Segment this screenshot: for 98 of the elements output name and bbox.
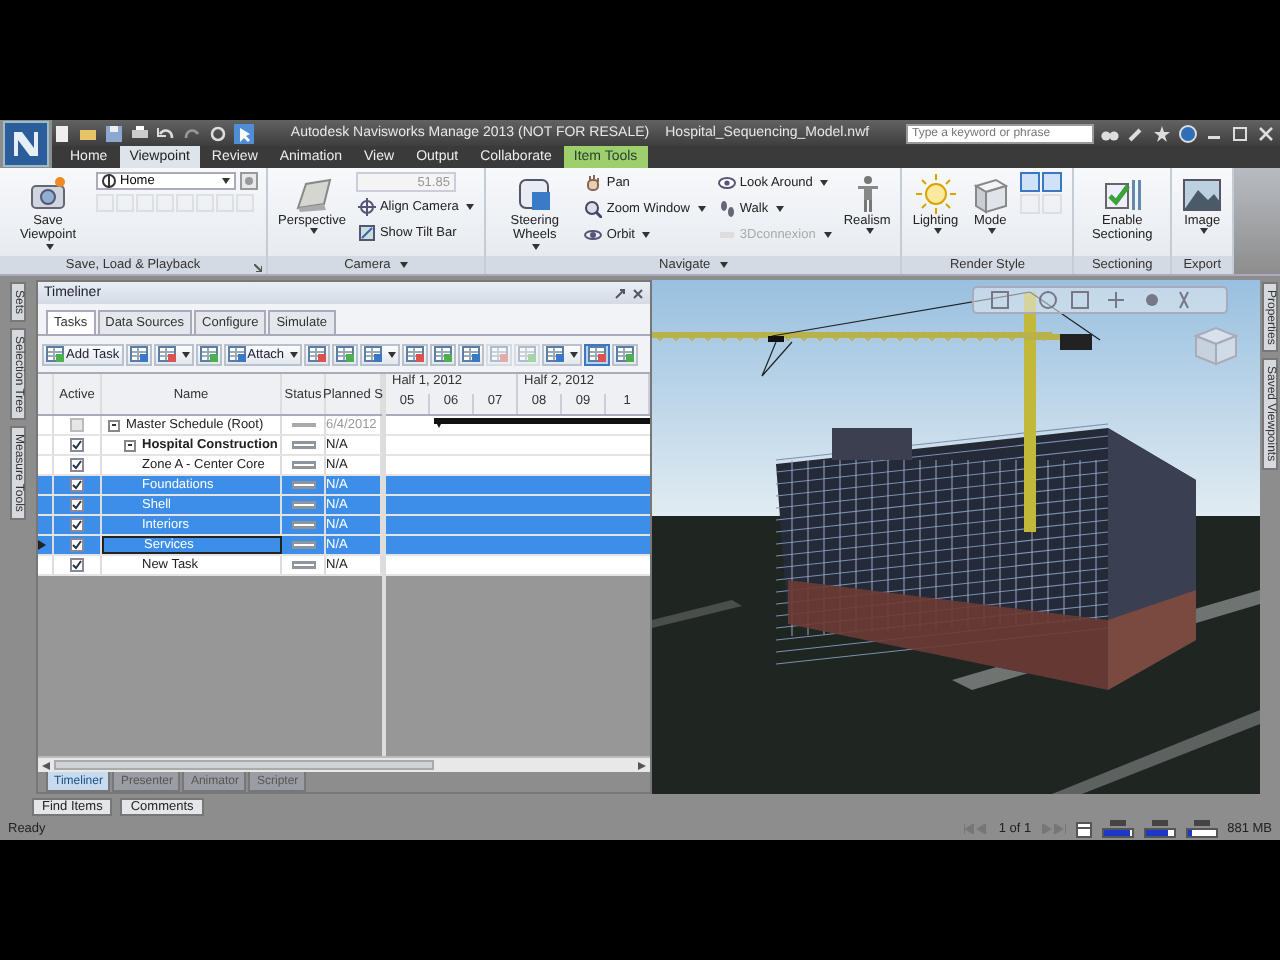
horizontal-scrollbar[interactable] bbox=[38, 756, 650, 772]
checkbox[interactable] bbox=[70, 538, 84, 552]
table-icon bbox=[434, 346, 453, 362]
cursor-icon[interactable] bbox=[234, 123, 254, 143]
hand-icon bbox=[584, 174, 603, 192]
row-pointer-icon bbox=[38, 540, 46, 550]
caret-icon bbox=[309, 228, 318, 235]
caret-icon bbox=[933, 228, 942, 235]
table-icon bbox=[490, 346, 509, 362]
close-icon[interactable] bbox=[632, 287, 644, 299]
status-bar-icon bbox=[291, 440, 315, 450]
magnifier-icon bbox=[584, 200, 603, 218]
toolbar-button[interactable] bbox=[153, 343, 194, 365]
redo-icon[interactable] bbox=[182, 123, 202, 143]
bar-icon bbox=[717, 226, 736, 244]
status-bar-icon bbox=[291, 540, 315, 550]
pin-icon[interactable] bbox=[614, 287, 626, 299]
checkbox[interactable] bbox=[70, 558, 84, 572]
sun-icon bbox=[915, 174, 956, 214]
navigation-bar[interactable] bbox=[972, 286, 1228, 314]
status-bar-icon bbox=[291, 520, 315, 530]
toolbar-button[interactable] bbox=[584, 343, 611, 365]
caret-icon bbox=[865, 228, 874, 235]
orbit-icon bbox=[584, 226, 603, 244]
table-icon bbox=[546, 346, 565, 362]
caret-icon bbox=[388, 351, 397, 357]
globe-icon bbox=[102, 174, 116, 188]
status-bar-icon bbox=[291, 560, 315, 570]
toolbar-button[interactable] bbox=[458, 343, 485, 365]
meter-icon bbox=[1151, 820, 1168, 826]
table-icon bbox=[199, 346, 218, 362]
crosshair-icon bbox=[357, 198, 376, 216]
caret-icon bbox=[823, 232, 832, 238]
star-icon[interactable] bbox=[1152, 123, 1172, 143]
checkmark-icon bbox=[1102, 174, 1143, 214]
print-icon[interactable] bbox=[130, 123, 150, 143]
sheet-icon[interactable] bbox=[1075, 821, 1092, 837]
picture-icon bbox=[1182, 174, 1223, 214]
save-icon[interactable] bbox=[104, 123, 124, 143]
caret-icon bbox=[290, 351, 299, 357]
caret-icon bbox=[776, 206, 785, 212]
cube-icon bbox=[970, 174, 1011, 214]
table-icon bbox=[157, 346, 176, 362]
caret-icon bbox=[222, 178, 230, 184]
meter-icon bbox=[1109, 820, 1126, 826]
status-bar-icon bbox=[291, 500, 315, 510]
table-icon bbox=[364, 346, 383, 362]
table-icon bbox=[227, 346, 246, 362]
maximize-icon[interactable] bbox=[1230, 123, 1250, 143]
caret-icon bbox=[820, 180, 829, 186]
caret-icon bbox=[1200, 228, 1209, 235]
checkbox[interactable] bbox=[70, 498, 84, 512]
eye-icon bbox=[717, 174, 736, 192]
footprint-icon bbox=[717, 200, 736, 218]
caret-icon bbox=[642, 232, 651, 238]
icon-button[interactable] bbox=[1020, 172, 1041, 192]
new-file-icon[interactable] bbox=[52, 123, 72, 143]
table-icon bbox=[462, 346, 481, 362]
left-arrow-icon[interactable] bbox=[42, 761, 50, 769]
caret-icon bbox=[532, 243, 541, 250]
table-icon bbox=[308, 346, 327, 362]
table-icon bbox=[336, 346, 355, 362]
expand-toggle[interactable] bbox=[108, 419, 120, 431]
undo-icon[interactable] bbox=[156, 123, 176, 143]
caret-icon bbox=[720, 262, 729, 268]
camera-icon bbox=[28, 174, 68, 214]
caret-icon bbox=[697, 206, 706, 212]
checkbox[interactable] bbox=[70, 418, 84, 432]
app-logo-icon[interactable] bbox=[0, 120, 52, 168]
checkbox[interactable] bbox=[70, 438, 84, 452]
box-icon bbox=[291, 174, 332, 214]
caret-icon bbox=[46, 243, 54, 250]
caret-icon bbox=[400, 262, 409, 268]
toolbar-button[interactable] bbox=[542, 343, 583, 365]
status-bar-icon bbox=[291, 480, 315, 490]
toolbar-button[interactable] bbox=[360, 343, 401, 365]
table-icon bbox=[518, 346, 537, 362]
table-icon bbox=[588, 346, 607, 362]
table-icon bbox=[46, 346, 64, 362]
launcher-icon[interactable] bbox=[254, 264, 262, 272]
meter-icon bbox=[1193, 820, 1210, 826]
caret-icon bbox=[466, 204, 475, 210]
table-icon bbox=[616, 346, 635, 362]
tilt-icon bbox=[357, 224, 376, 242]
expand-toggle[interactable] bbox=[124, 439, 136, 451]
icon-button[interactable] bbox=[1042, 172, 1063, 192]
caret-icon bbox=[181, 351, 190, 357]
checkbox[interactable] bbox=[70, 458, 84, 472]
checkbox[interactable] bbox=[70, 518, 84, 532]
caret-icon bbox=[570, 351, 579, 357]
right-arrow-icon[interactable] bbox=[638, 761, 646, 769]
status-bar-icon bbox=[291, 460, 315, 470]
table-icon bbox=[129, 346, 148, 362]
caret-icon bbox=[988, 228, 997, 235]
checkbox[interactable] bbox=[70, 478, 84, 492]
ribbon-background bbox=[1234, 168, 1280, 274]
table-icon bbox=[406, 346, 425, 362]
toolbar-button[interactable] bbox=[125, 343, 152, 365]
